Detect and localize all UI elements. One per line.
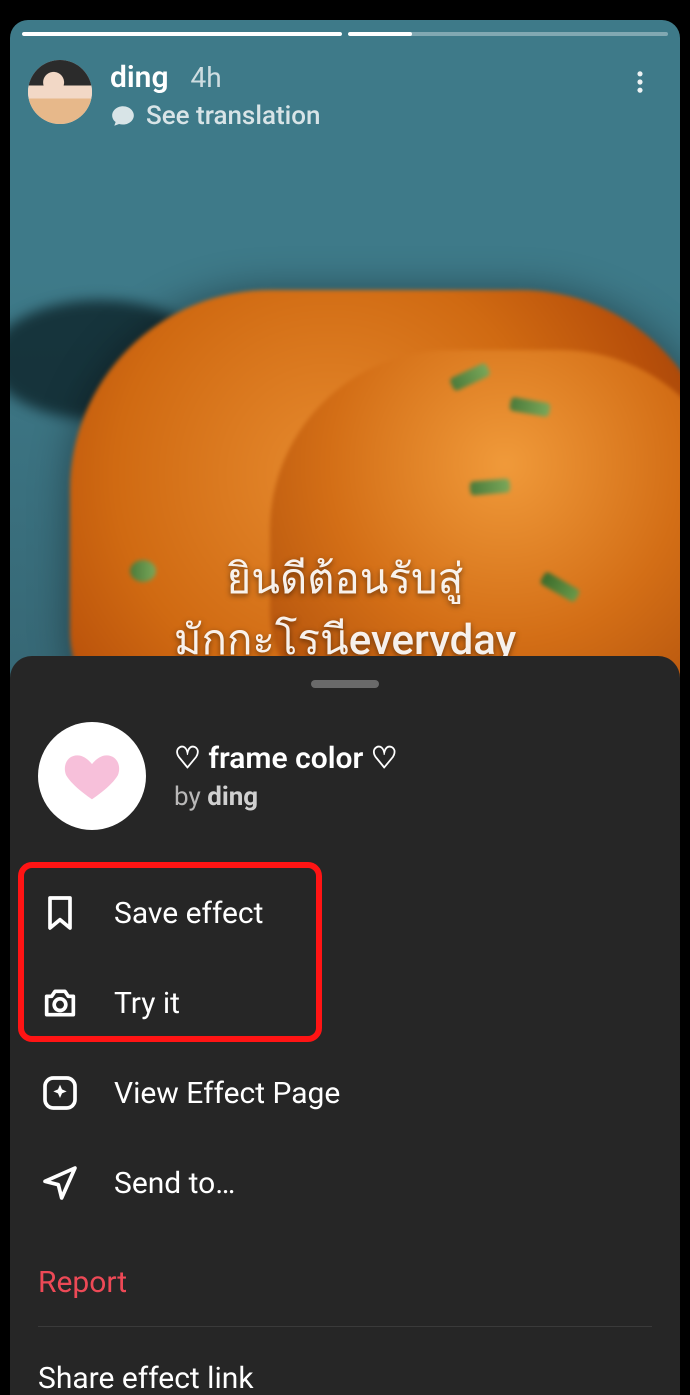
view-effect-page-label: View Effect Page — [114, 1076, 340, 1111]
screen: ding 4h See translation ยินดีต้อนรับสู่ … — [0, 0, 690, 1395]
try-it-label: Try it — [114, 986, 180, 1021]
effect-author-line: by ding — [174, 782, 398, 812]
progress-segment — [348, 32, 668, 36]
effect-bottom-sheet: ♡ frame color ♡ by ding Save effect Try … — [10, 656, 680, 1395]
see-translation-button[interactable]: See translation — [110, 101, 320, 131]
try-it-button[interactable]: Try it — [38, 958, 652, 1048]
see-translation-label: See translation — [146, 101, 320, 131]
share-effect-link-label: Share effect link — [38, 1361, 254, 1395]
effect-by-prefix: by — [174, 782, 207, 812]
effect-menu: Save effect Try it View Effect Page Send… — [10, 858, 680, 1395]
sheet-drag-handle[interactable] — [311, 680, 379, 688]
send-to-button[interactable]: Send to… — [38, 1138, 652, 1228]
bookmark-icon — [38, 891, 82, 935]
sparkle-icon — [38, 1071, 82, 1115]
effect-thumbnail — [38, 722, 146, 830]
heart-icon — [61, 745, 123, 807]
chat-bubble-icon — [110, 103, 136, 129]
story-author-username[interactable]: ding — [110, 60, 169, 95]
report-button[interactable]: Report — [38, 1228, 652, 1318]
effect-name: ♡ frame color ♡ — [174, 741, 398, 776]
effect-header[interactable]: ♡ frame color ♡ by ding — [10, 712, 680, 858]
story-timestamp: 4h — [191, 61, 222, 94]
report-label: Report — [38, 1265, 127, 1300]
story-progress-bar — [22, 32, 668, 36]
more-options-button[interactable] — [618, 60, 662, 104]
send-to-label: Send to… — [114, 1166, 235, 1201]
story-caption: ยินดีต้อนรับสู่ มักกะโรนีeveryday — [10, 550, 680, 672]
divider — [38, 1326, 652, 1327]
effect-author[interactable]: ding — [207, 782, 258, 812]
camera-icon — [38, 981, 82, 1025]
save-effect-button[interactable]: Save effect — [38, 868, 652, 958]
caption-line: ยินดีต้อนรับสู่ — [30, 550, 660, 611]
send-icon — [38, 1161, 82, 1205]
progress-segment — [22, 32, 342, 36]
story-author-avatar[interactable] — [28, 60, 92, 124]
story-header: ding 4h See translation — [28, 60, 662, 131]
save-effect-label: Save effect — [114, 896, 263, 931]
share-effect-link-button[interactable]: Share effect link — [38, 1333, 652, 1395]
view-effect-page-button[interactable]: View Effect Page — [38, 1048, 652, 1138]
